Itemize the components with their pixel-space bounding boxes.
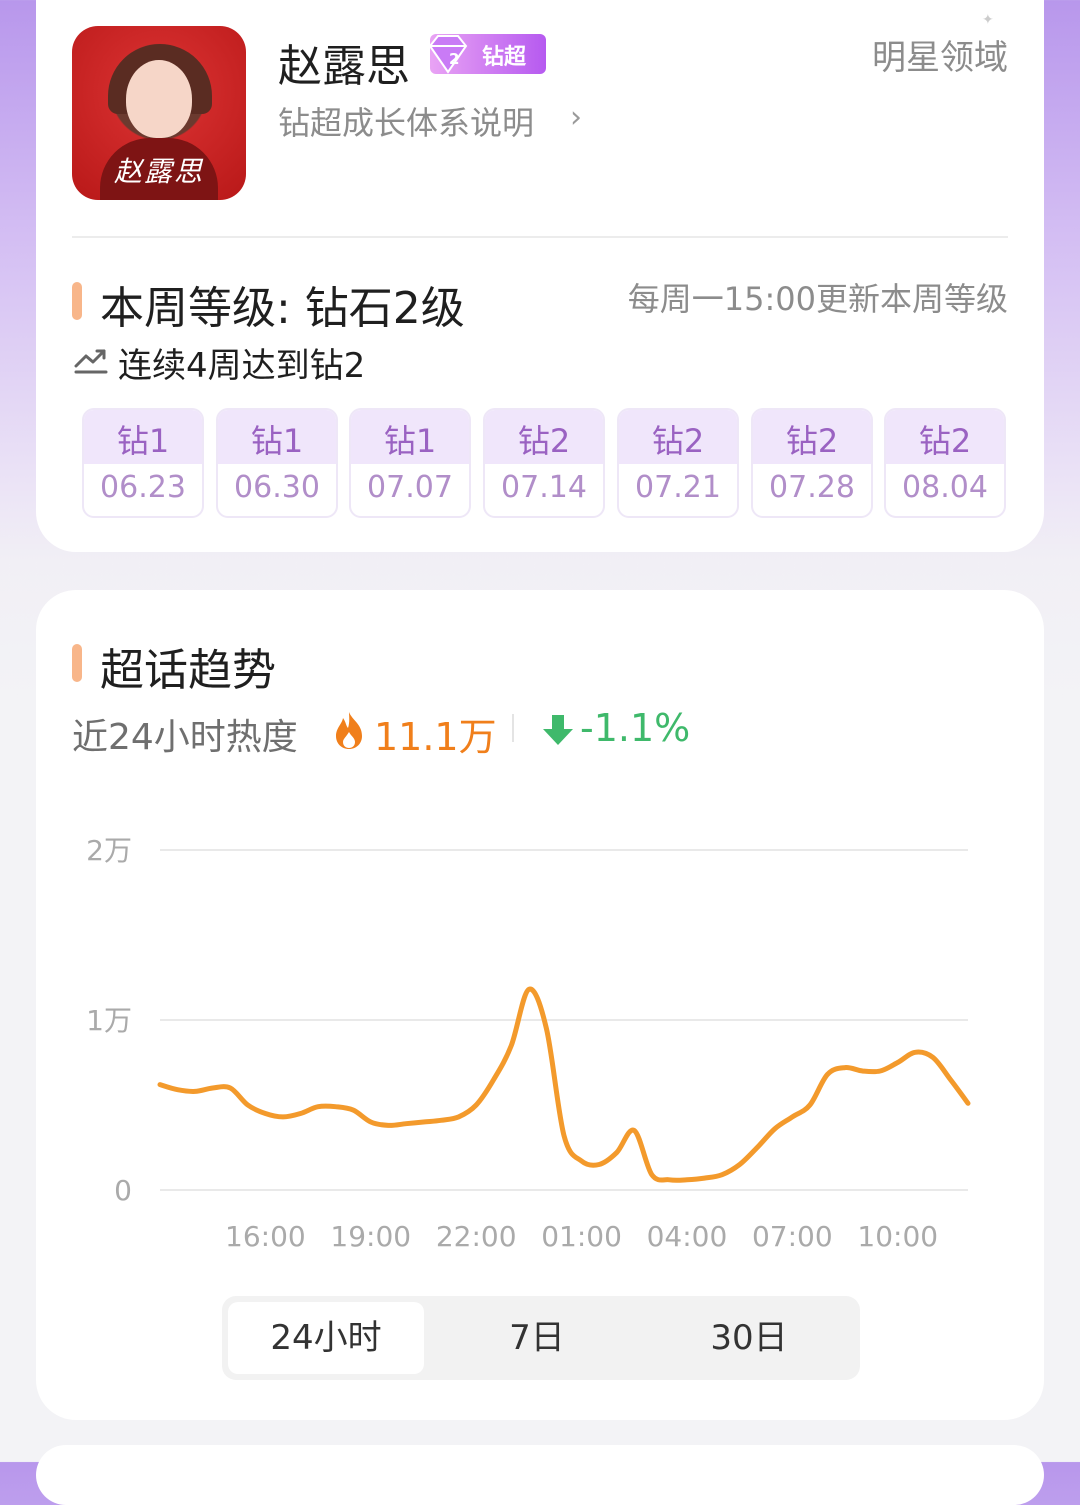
star-domain-link[interactable]: 明星领域 <box>872 30 1008 79</box>
week-tile: 钻2 08.04 <box>884 408 1006 518</box>
separator <box>512 714 514 742</box>
badge-level: 2 <box>449 50 459 68</box>
heat-value: 11.1万 <box>374 715 497 759</box>
update-note: 每周一15:00更新本周等级 <box>627 280 1008 318</box>
week-date: 07.28 <box>769 470 855 505</box>
time-range-tabs: 24小时 7日 30日 <box>222 1296 860 1380</box>
week-tile: 钻2 07.28 <box>751 408 873 518</box>
star-name: 赵露思 <box>278 41 410 92</box>
x-tick-label: 16:00 <box>225 1220 306 1253</box>
week-level: 钻2 <box>785 422 839 460</box>
section-accent-bar <box>72 282 82 320</box>
profile-card: 赵露思 赵露思 2 钻超 钻超成长体系说明 › ✦ 明星领域 本周等级: 钻石2… <box>36 0 1044 552</box>
week-tile: 钻2 07.14 <box>483 408 605 518</box>
week-level: 钻2 <box>918 422 972 460</box>
flame-icon <box>336 712 362 749</box>
chevron-right-icon: › <box>570 100 582 135</box>
x-tick-label: 22:00 <box>436 1220 517 1253</box>
week-level: 钻2 <box>651 422 705 460</box>
trend-chart: 2万 1万 0 16:00 19:00 22:00 01:00 04:00 07:00 10:00 <box>86 834 971 1253</box>
change-value: -1.1% <box>580 706 691 750</box>
week-date: 07.21 <box>635 470 721 505</box>
week-tile: 钻1 06.30 <box>216 408 338 518</box>
week-date: 07.07 <box>367 470 453 505</box>
x-tick-label: 01:00 <box>541 1220 622 1253</box>
week-level: 钻1 <box>116 422 170 460</box>
x-tick-label: 04:00 <box>647 1220 728 1253</box>
week-tile: 钻2 07.21 <box>617 408 739 518</box>
tab-24h[interactable]: 24小时 <box>228 1302 424 1374</box>
x-tick-label: 19:00 <box>330 1220 411 1253</box>
arrow-down-icon <box>543 715 573 745</box>
tab-7d[interactable]: 7日 <box>434 1302 640 1374</box>
sparkle-icon: ✦ <box>982 12 994 28</box>
section-accent-bar <box>72 644 82 682</box>
week-date: 07.14 <box>501 470 587 505</box>
week-tile: 钻1 06.23 <box>82 408 204 518</box>
week-tile: 钻1 07.07 <box>349 408 471 518</box>
y-tick-label: 1万 <box>86 1004 132 1037</box>
trend-card: 超话趋势 近24小时热度 11.1万 -1.1% 2万 1万 0 16:00 19:00… <box>36 590 1044 1420</box>
avatar-face <box>126 60 192 138</box>
badge-label: 钻超 <box>482 45 527 70</box>
trend-up-icon <box>74 349 108 374</box>
tab-30d[interactable]: 30日 <box>646 1302 852 1374</box>
divider <box>72 236 1008 238</box>
trend-series-line <box>157 986 971 1183</box>
weekly-level-title: 本周等级: 钻石2级 <box>100 283 465 334</box>
diamond-super-badge[interactable]: 2 钻超 <box>428 34 546 74</box>
y-tick-label: 0 <box>114 1174 132 1207</box>
diamond-icon: 2 <box>428 35 468 74</box>
trend-title: 超话趋势 <box>100 645 276 696</box>
heat-label: 近24小时热度 <box>72 717 298 758</box>
next-card <box>36 1445 1044 1505</box>
x-tick-label: 07:00 <box>752 1220 833 1253</box>
week-date: 06.30 <box>234 470 320 505</box>
avatar[interactable]: 赵露思 <box>72 26 246 200</box>
avatar-caption: 赵露思 <box>113 155 204 188</box>
week-level: 钻1 <box>250 422 304 460</box>
week-level: 钻1 <box>383 422 437 460</box>
week-date: 06.23 <box>100 470 186 505</box>
streak-text: 连续4周达到钻2 <box>118 346 366 386</box>
y-tick-label: 2万 <box>86 834 132 867</box>
x-tick-label: 10:00 <box>857 1220 938 1253</box>
week-level: 钻2 <box>517 422 571 460</box>
growth-system-link[interactable]: 钻超成长体系说明 <box>278 98 534 144</box>
week-date: 08.04 <box>902 470 988 505</box>
